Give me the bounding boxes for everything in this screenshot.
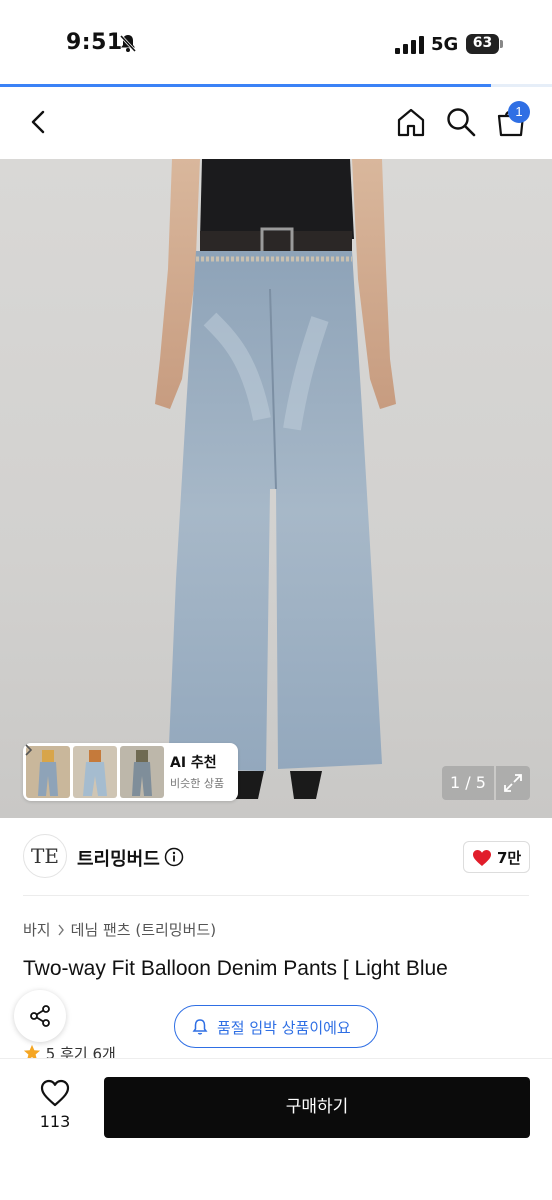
product-image[interactable]: AI 추천 비슷한 상품 1 / 5 bbox=[0, 159, 552, 818]
signal-icon bbox=[395, 36, 424, 54]
image-counter: 1 / 5 bbox=[442, 766, 494, 800]
ai-thumb-3[interactable] bbox=[120, 746, 164, 798]
breadcrumb: 바지 데님 팬츠 (트리밍버드) bbox=[23, 919, 216, 940]
battery-icon: 63 bbox=[466, 34, 503, 54]
heart-outline-icon[interactable] bbox=[40, 1079, 70, 1107]
breadcrumb-category[interactable]: 바지 bbox=[23, 921, 51, 939]
product-title: Two-way Fit Balloon Denim Pants [ Light … bbox=[23, 957, 448, 980]
home-icon[interactable] bbox=[394, 105, 428, 139]
buy-button[interactable]: 구매하기 bbox=[104, 1077, 530, 1138]
search-icon[interactable] bbox=[444, 105, 478, 139]
share-button[interactable] bbox=[14, 990, 66, 1042]
network-label: 5G bbox=[431, 34, 459, 55]
bottom-action-bar: 113 구매하기 bbox=[0, 1058, 552, 1200]
status-time: 9:51 bbox=[66, 30, 123, 55]
wish-count: 113 bbox=[39, 1112, 71, 1131]
expand-icon[interactable] bbox=[496, 766, 530, 800]
cart-badge: 1 bbox=[508, 101, 530, 123]
info-icon[interactable] bbox=[164, 847, 184, 867]
seller-like-button[interactable]: 7만 bbox=[463, 841, 530, 873]
seller-name[interactable]: 트리밍버드 bbox=[77, 845, 160, 871]
breadcrumb-subcategory[interactable]: 데님 팬츠 (트리밍버드) bbox=[71, 921, 216, 939]
chevron-right-icon bbox=[25, 744, 33, 756]
app-header: 1 bbox=[0, 87, 552, 159]
ai-recommend-widget[interactable]: AI 추천 비슷한 상품 bbox=[23, 743, 238, 801]
bell-icon bbox=[192, 1019, 208, 1035]
bell-muted-icon bbox=[119, 34, 137, 53]
seller-like-count: 7만 bbox=[497, 849, 522, 867]
ai-recommend-title: AI 추천 bbox=[170, 755, 217, 771]
ai-thumb-2[interactable] bbox=[73, 746, 117, 798]
ai-recommend-subtitle: 비슷한 상품 bbox=[170, 777, 225, 790]
seller-logo[interactable]: TE bbox=[23, 834, 67, 878]
status-bar: 9:51 5G 63 bbox=[0, 0, 552, 86]
share-icon bbox=[30, 1005, 50, 1027]
chevron-left-icon[interactable] bbox=[22, 105, 56, 139]
battery-level: 63 bbox=[472, 35, 493, 51]
divider bbox=[23, 895, 529, 896]
soldout-notice[interactable]: 품절 임박 상품이에요 bbox=[174, 1005, 378, 1048]
soldout-notice-text: 품절 임박 상품이에요 bbox=[217, 1019, 351, 1037]
chevron-right-icon bbox=[58, 924, 64, 935]
heart-filled-icon bbox=[473, 850, 491, 866]
product-photo-illustration bbox=[155, 159, 396, 799]
